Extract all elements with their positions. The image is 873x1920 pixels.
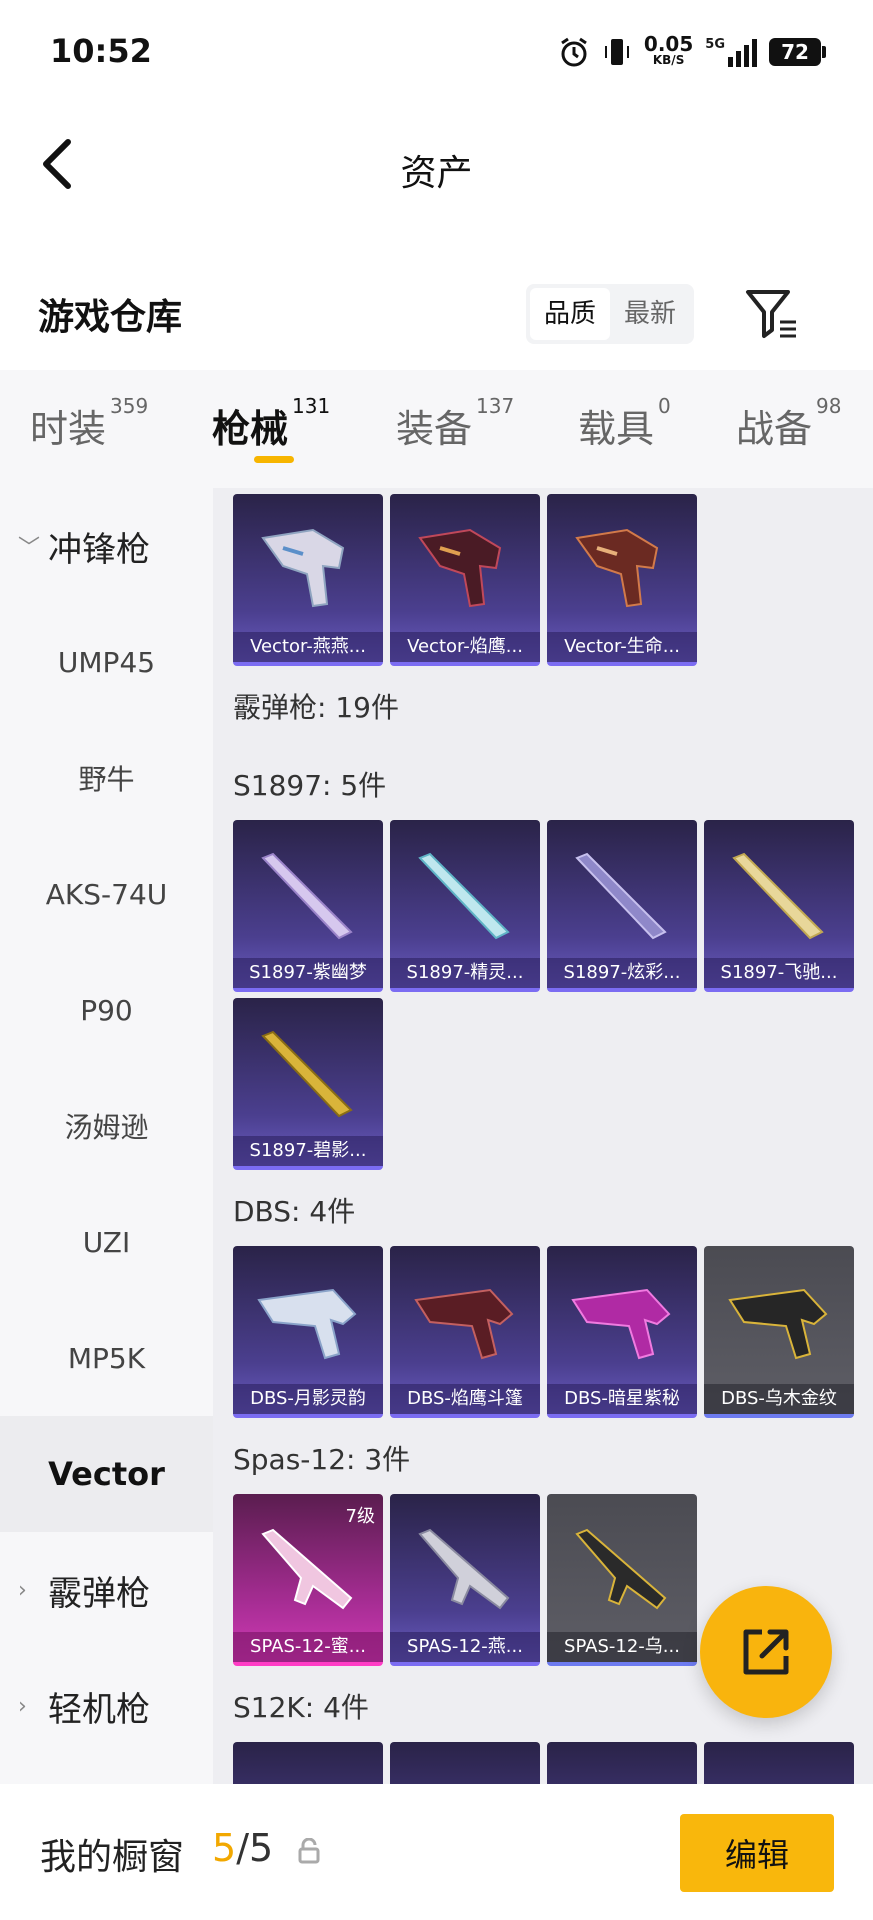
status-bar: 10:52 0.05 KB/S 5G 72: [0, 0, 873, 104]
shotgun-skin-icon: [571, 1288, 671, 1360]
item-card[interactable]: SPAS-12-乌...: [547, 1494, 697, 1666]
item-card[interactable]: [233, 1742, 383, 1784]
tab-equipment[interactable]: 装备137: [396, 394, 514, 453]
lock-icon: [298, 1838, 320, 1864]
showcase-count: 5/5: [212, 1826, 274, 1870]
item-card[interactable]: SPAS-12-燕...: [390, 1494, 540, 1666]
item-label: S1897-炫彩...: [547, 958, 697, 988]
item-level-badge: 7级: [345, 1506, 375, 1527]
shotgun-skin-icon: [575, 1528, 667, 1610]
signal-5g-icon: 5G: [705, 37, 757, 67]
shotgun-skin-icon: [261, 1030, 353, 1118]
sidebar-item-aks74u[interactable]: AKS-74U: [0, 836, 213, 952]
sidebar-item-thompson[interactable]: 汤姆逊: [0, 1068, 213, 1184]
item-label: S1897-精灵...: [390, 958, 540, 988]
section-title-shotgun: 霰弹枪: 19件: [233, 691, 399, 724]
tab-guns[interactable]: 枪械131: [212, 394, 330, 453]
tab-fashion[interactable]: 时装359: [30, 394, 148, 453]
sort-newest-button[interactable]: 最新: [610, 288, 690, 340]
edit-button[interactable]: 编辑: [680, 1814, 834, 1892]
item-card[interactable]: DBS-月影灵韵: [233, 1246, 383, 1418]
shotgun-skin-icon: [418, 1528, 510, 1610]
item-label: DBS-焰鹰斗篷: [390, 1384, 540, 1414]
status-icons: 0.05 KB/S 5G 72: [558, 30, 826, 74]
share-button[interactable]: [700, 1586, 832, 1718]
showcase-label: 我的橱窗: [40, 1837, 185, 1878]
item-card[interactable]: [547, 1742, 697, 1784]
sidebar-item-ump45[interactable]: UMP45: [0, 604, 213, 720]
item-label: DBS-月影灵韵: [233, 1384, 383, 1414]
chevron-down-icon: ﹀: [18, 536, 41, 561]
item-label: SPAS-12-燕...: [390, 1632, 540, 1662]
share-out-icon: [743, 1629, 789, 1675]
item-card[interactable]: [390, 1742, 540, 1784]
smg-skin-icon: [418, 528, 502, 608]
shotgun-skin-icon: [261, 852, 353, 940]
alarm-icon: [561, 37, 587, 67]
item-label: DBS-乌木金纹: [704, 1384, 854, 1414]
item-label: Vector-燕燕...: [233, 632, 383, 662]
weapon-sidebar: ﹀ 冲锋枪 UMP45 野牛 AKS-74U P90 汤姆逊 UZI MP5K V…: [0, 488, 213, 1784]
vibrate-icon: [604, 39, 629, 65]
category-tabs: 时装359 枪械131 装备137 载具0 战备98: [0, 370, 873, 488]
section-title-dbs: DBS: 4件: [233, 1195, 356, 1228]
sidebar-group-lmg[interactable]: › 轻机枪: [0, 1648, 213, 1764]
app-header: 资产: [0, 104, 873, 224]
sidebar-group-smg[interactable]: ﹀ 冲锋枪: [0, 488, 213, 604]
shotgun-skin-icon: [414, 1288, 514, 1360]
item-card[interactable]: DBS-乌木金纹: [704, 1246, 854, 1418]
item-card[interactable]: S1897-精灵...: [390, 820, 540, 992]
item-label: SPAS-12-乌...: [547, 1632, 697, 1662]
tab-vehicles[interactable]: 载具0: [578, 394, 671, 453]
section-title-s12k: S12K: 4件: [233, 1691, 369, 1724]
item-label: Vector-焰鹰...: [390, 632, 540, 662]
shotgun-skin-icon: [418, 852, 510, 940]
item-label: S1897-飞驰...: [704, 958, 854, 988]
net-speed: 0.05 KB/S: [643, 32, 694, 67]
tab-supplies[interactable]: 战备98: [736, 394, 841, 453]
sort-toggle: 品质 最新: [526, 284, 695, 344]
item-card[interactable]: [704, 1742, 854, 1784]
item-card[interactable]: DBS-焰鹰斗篷: [390, 1246, 540, 1418]
warehouse-row: 游戏仓库 品质 最新: [0, 262, 873, 362]
sidebar-group-shotgun[interactable]: › 霰弹枪: [0, 1532, 213, 1648]
item-label: DBS-暗星紫秘: [547, 1384, 697, 1414]
item-label: S1897-紫幽梦: [233, 958, 383, 988]
active-tab-indicator: [254, 456, 294, 463]
status-time: 10:52: [50, 32, 152, 70]
shotgun-skin-icon: [257, 1288, 357, 1360]
item-card[interactable]: Vector-生命...: [547, 494, 697, 666]
section-title-spas12: Spas-12: 3件: [233, 1443, 411, 1476]
smg-skin-icon: [261, 528, 345, 608]
item-card[interactable]: S1897-飞驰...: [704, 820, 854, 992]
chevron-right-icon: ›: [18, 1693, 27, 1719]
item-card[interactable]: S1897-紫幽梦: [233, 820, 383, 992]
shotgun-skin-icon: [732, 852, 824, 940]
item-label: Vector-生命...: [547, 632, 697, 662]
page-title: 资产: [400, 153, 473, 194]
item-label: S1897-碧影...: [233, 1136, 383, 1166]
warehouse-title: 游戏仓库: [38, 297, 183, 338]
item-card[interactable]: DBS-暗星紫秘: [547, 1246, 697, 1418]
shotgun-skin-icon: [575, 852, 667, 940]
section-title-s1897: S1897: 5件: [233, 769, 387, 802]
filter-icon[interactable]: [744, 286, 800, 342]
item-card[interactable]: Vector-焰鹰...: [390, 494, 540, 666]
item-label: SPAS-12-蜜...: [233, 1632, 383, 1662]
item-card[interactable]: S1897-碧影...: [233, 998, 383, 1170]
shotgun-skin-icon: [728, 1288, 828, 1360]
sidebar-item-uzi[interactable]: UZI: [0, 1184, 213, 1300]
item-card[interactable]: Vector-燕燕...: [233, 494, 383, 666]
sidebar-item-bizon[interactable]: 野牛: [0, 720, 213, 836]
chevron-right-icon: ›: [18, 1577, 27, 1603]
showcase-bar: 我的橱窗 5/5 编辑: [0, 1784, 873, 1920]
sidebar-item-mp5k[interactable]: MP5K: [0, 1300, 213, 1416]
item-card[interactable]: S1897-炫彩...: [547, 820, 697, 992]
smg-skin-icon: [575, 528, 659, 608]
battery-icon: 72: [769, 38, 826, 66]
sidebar-item-p90[interactable]: P90: [0, 952, 213, 1068]
sort-quality-button[interactable]: 品质: [530, 288, 611, 340]
sidebar-item-vector[interactable]: Vector: [0, 1416, 213, 1532]
item-card[interactable]: 7级 SPAS-12-蜜...: [233, 1494, 383, 1666]
